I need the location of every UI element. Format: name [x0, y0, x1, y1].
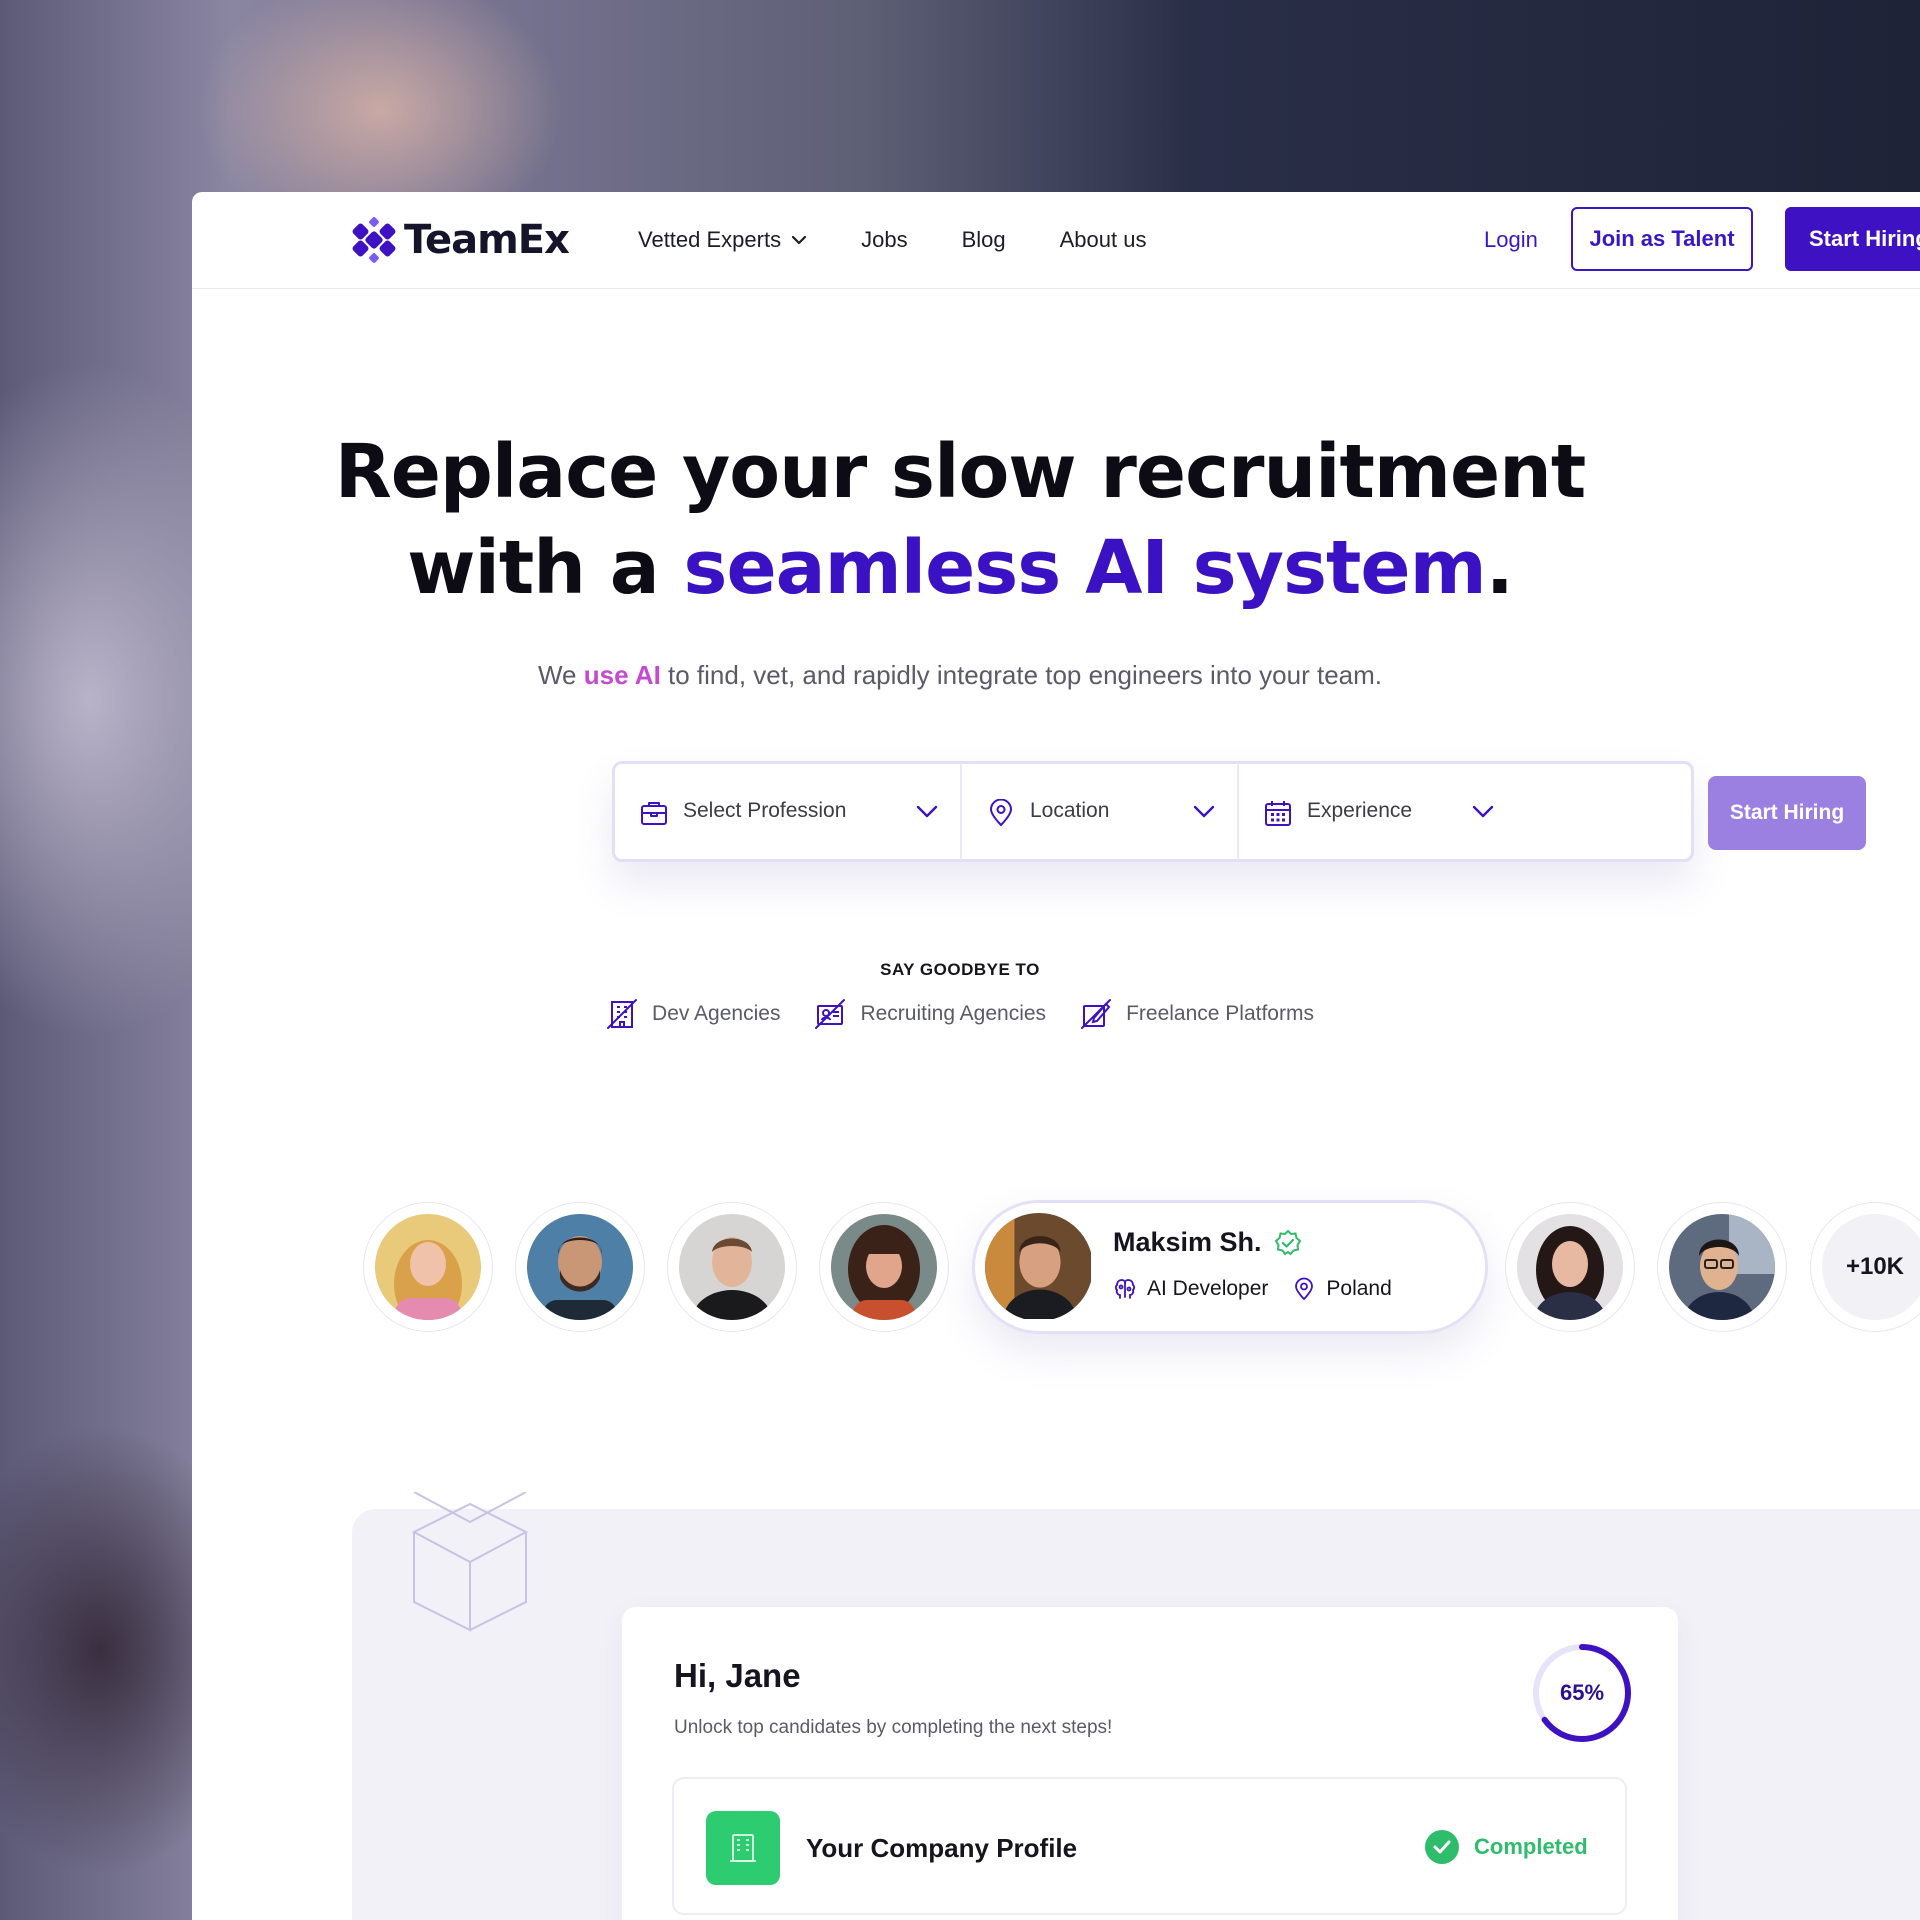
greeting: Hi, Jane — [674, 1657, 801, 1694]
goodbye-dev-agencies: Dev Agencies — [606, 998, 780, 1030]
nav-vetted-experts-label: Vetted Experts — [638, 227, 782, 252]
onboarding-card: Hi, Jane Unlock top candidates by comple… — [622, 1607, 1678, 1920]
check-circle-icon — [1425, 1830, 1459, 1864]
hiring-search-bar: Select Profession Location Experience St… — [612, 761, 1866, 862]
featured-expert-card[interactable]: Maksim Sh. AI Developer Poland — [972, 1200, 1488, 1334]
verified-badge-icon — [1274, 1229, 1301, 1255]
expert-avatar[interactable] — [515, 1202, 645, 1332]
chevron-down-icon — [791, 235, 807, 245]
step-status: Completed — [1424, 1829, 1588, 1865]
pen-crossed-icon — [1081, 999, 1112, 1029]
chevron-down-icon — [916, 805, 938, 818]
location-select-value: Location — [1030, 799, 1110, 822]
expert-avatar[interactable] — [819, 1202, 949, 1332]
cube-illustration-icon — [411, 1492, 529, 1632]
nav-blog[interactable]: Blog — [962, 227, 1006, 253]
building-crossed-icon — [607, 999, 638, 1029]
expert-name: Maksim Sh. — [1113, 1227, 1302, 1258]
step-title: Your Company Profile — [806, 1833, 1078, 1863]
join-as-talent-button[interactable]: Join as Talent — [1571, 207, 1753, 271]
building-icon — [706, 1811, 780, 1885]
greeting-subtitle: Unlock top candidates by completing the … — [674, 1717, 1113, 1738]
hero-subtitle: We use AI to find, vet, and rapidly inte… — [537, 660, 1383, 690]
teamex-logo-icon — [352, 217, 396, 263]
experience-select[interactable]: Experience — [1239, 763, 1516, 860]
brand-logo[interactable]: TeamEx — [350, 216, 570, 264]
calendar-icon — [1265, 801, 1291, 826]
progress-percent: 65% — [1559, 1680, 1605, 1705]
nav-jobs[interactable]: Jobs — [861, 227, 907, 253]
goodbye-freelance-platforms: Freelance Platforms — [1080, 998, 1314, 1030]
location-pin-icon — [989, 799, 1013, 827]
profession-select[interactable]: Select Profession — [615, 763, 962, 860]
start-hiring-search-button[interactable]: Start Hiring — [1708, 776, 1866, 850]
hero-title-line2: with a seamless AI system. — [407, 525, 1514, 611]
expert-photo — [527, 1214, 633, 1320]
expert-photo — [1517, 1214, 1623, 1320]
goodbye-item-label: Recruiting Agencies — [860, 1002, 1047, 1025]
website-window: TeamEx Vetted Experts Jobs Blog About us… — [192, 192, 1920, 1920]
chevron-down-icon — [1472, 805, 1494, 818]
briefcase-icon — [641, 802, 667, 825]
expert-avatar[interactable] — [1505, 1202, 1635, 1332]
start-hiring-nav-button[interactable]: Start Hiring — [1785, 207, 1920, 271]
expert-meta: AI Developer Poland — [1113, 1277, 1392, 1301]
expert-avatar[interactable] — [1657, 1202, 1787, 1332]
say-goodbye-heading: SAY GOODBYE TO — [880, 960, 1040, 979]
profession-select-value: Select Profession — [683, 799, 847, 822]
step-status-label: Completed — [1474, 1834, 1588, 1859]
onboarding-step-company-profile[interactable]: Your Company Profile Completed — [672, 1777, 1627, 1915]
goodbye-item-label: Freelance Platforms — [1126, 1002, 1314, 1025]
nav-vetted-experts[interactable]: Vetted Experts — [638, 227, 807, 253]
expert-role: AI Developer — [1147, 1277, 1269, 1300]
location-pin-icon — [1295, 1277, 1314, 1301]
hero-title-line1: Replace your slow recruitment — [334, 429, 1586, 515]
expert-photo — [1669, 1214, 1775, 1320]
goodbye-item-label: Dev Agencies — [652, 1002, 781, 1025]
hero-subtitle-accent: use AI — [583, 660, 661, 690]
nav-about-us[interactable]: About us — [1060, 227, 1147, 253]
expert-location: Poland — [1326, 1277, 1392, 1300]
chevron-down-icon — [1193, 805, 1215, 818]
expert-photo — [831, 1214, 937, 1320]
more-experts-count: +10K — [1822, 1214, 1920, 1320]
experience-select-value: Experience — [1307, 799, 1413, 822]
goodbye-recruiting-agencies: Recruiting Agencies — [814, 998, 1046, 1030]
location-select[interactable]: Location — [962, 763, 1239, 860]
brand-name: TeamEx — [404, 217, 570, 263]
say-goodbye-list: Dev Agencies Recruiting Agencies Freelan… — [192, 998, 1728, 1030]
expert-avatar[interactable] — [363, 1202, 493, 1332]
id-card-crossed-icon — [815, 999, 846, 1029]
hero-title-accent: seamless AI system — [683, 525, 1486, 611]
expert-photo — [375, 1214, 481, 1320]
top-navigation: TeamEx Vetted Experts Jobs Blog About us… — [192, 192, 1920, 289]
hero-title: Replace your slow recruitment with a sea… — [192, 424, 1728, 616]
expert-photo — [679, 1214, 785, 1320]
expert-photo — [985, 1213, 1091, 1319]
more-experts-badge[interactable]: +10K — [1810, 1202, 1920, 1332]
login-link[interactable]: Login — [1484, 227, 1538, 253]
brain-icon — [1114, 1279, 1136, 1299]
nav-links: Vetted Experts Jobs Blog About us — [638, 227, 1200, 253]
expert-avatar[interactable] — [667, 1202, 797, 1332]
